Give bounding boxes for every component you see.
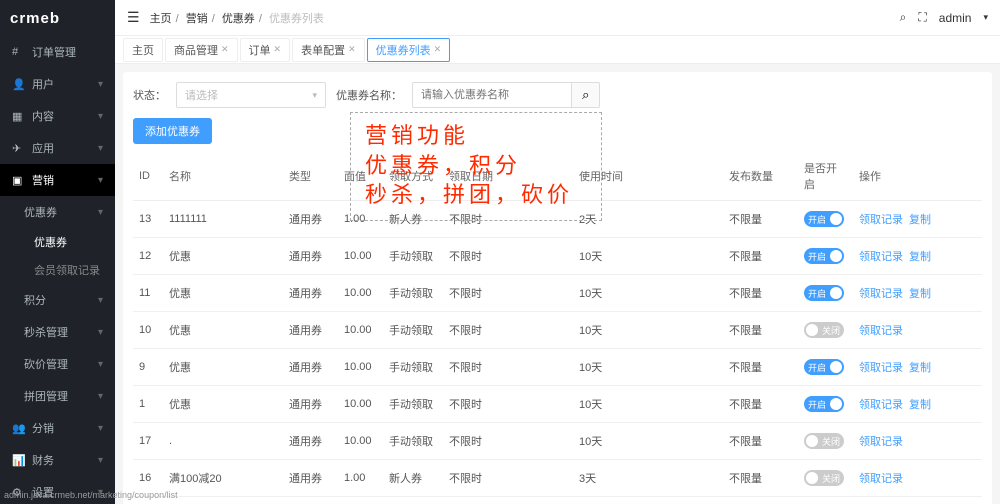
record-link[interactable]: 领取记录 [859,251,903,263]
col-header: 类型 [283,152,338,201]
close-icon[interactable]: ✕ [348,44,356,55]
sidebar-subitem[interactable]: 优惠券 [0,228,115,256]
bc-home[interactable]: 主页 [150,13,172,25]
sidebar-item[interactable]: 优惠券▾ [0,196,115,228]
col-header: 操作 [853,152,982,201]
table-row: 17.通用券10.00手动领取不限时10天不限量关闭领取记录 [133,423,982,460]
status-label: 状态： [133,87,166,103]
add-coupon-button[interactable]: 添加优惠券 [133,118,212,144]
col-header: 使用时间 [573,152,723,201]
enable-switch[interactable]: 开启 [804,396,844,412]
bc-1[interactable]: 营销 [186,13,208,25]
sidebar-item[interactable]: #订单管理 [0,36,115,68]
close-icon[interactable]: ✕ [221,44,229,55]
table-row: 16满100减20通用券1.00新人券不限时3天不限量关闭领取记录 [133,460,982,497]
chevron-down-icon: ▾ [312,90,317,101]
table-row: 12优惠通用券10.00手动领取不限时10天不限量开启领取记录复制 [133,238,982,275]
tabs-bar: 主页商品管理✕订单✕表单配置✕优惠券列表✕ [115,36,1000,64]
name-input[interactable] [412,82,572,108]
content: 状态： 请选择 ▾ 优惠券名称： ⌕ 添加优惠券 ID名称类型面值领取方式领取日… [115,64,1000,504]
copy-link[interactable]: 复制 [909,288,931,300]
copy-link[interactable]: 复制 [909,251,931,263]
table-row: 1优惠通用券10.00手动领取不限时10天不限量开启领取记录复制 [133,386,982,423]
sidebar-item[interactable]: 👥分销▾ [0,412,115,444]
copy-link[interactable]: 复制 [909,214,931,226]
tab[interactable]: 主页 [123,38,163,62]
main: ☰ 主页/ 营销/ 优惠券/ 优惠券列表 ⌕ ⛶ admin ▾ 主页商品管理✕… [115,0,1000,504]
record-link[interactable]: 领取记录 [859,473,903,485]
filter-row: 状态： 请选择 ▾ 优惠券名称： ⌕ [133,82,982,108]
tab[interactable]: 表单配置✕ [292,38,365,62]
search-icon[interactable]: ⌕ [900,10,907,25]
enable-switch[interactable]: 开启 [804,248,844,264]
close-icon[interactable]: ✕ [274,44,282,55]
topbar: ☰ 主页/ 营销/ 优惠券/ 优惠券列表 ⌕ ⛶ admin ▾ [115,0,1000,36]
breadcrumb: 主页/ 营销/ 优惠券/ 优惠券列表 [150,10,890,26]
col-header: 领取日期 [443,152,573,201]
enable-switch[interactable]: 开启 [804,359,844,375]
sidebar-item[interactable]: 👤用户▾ [0,68,115,100]
table-row: 131111111通用券1.00新人券不限时2天不限量开启领取记录复制 [133,201,982,238]
sidebar-item[interactable]: 秒杀管理▾ [0,316,115,348]
record-link[interactable]: 领取记录 [859,214,903,226]
tab[interactable]: 订单✕ [240,38,291,62]
user-name[interactable]: admin [939,11,972,25]
bc-2[interactable]: 优惠券 [222,13,255,25]
col-header: 发布数量 [723,152,798,201]
name-label: 优惠券名称： [336,87,402,103]
menu-toggle-icon[interactable]: ☰ [127,9,140,26]
sidebar-item[interactable]: 📊财务▾ [0,444,115,476]
record-link[interactable]: 领取记录 [859,362,903,374]
logo: crmeb [0,0,115,36]
nav-menu: #订单管理👤用户▾▦内容▾✈应用▾▣营销▾优惠券▾优惠券会员领取记录积分▾秒杀管… [0,36,115,504]
table-row: 9优惠通用券10.00手动领取不限时10天不限量开启领取记录复制 [133,349,982,386]
sidebar-item[interactable]: 拼团管理▾ [0,380,115,412]
enable-switch[interactable]: 开启 [804,285,844,301]
tab[interactable]: 商品管理✕ [165,38,238,62]
col-header: 名称 [163,152,283,201]
record-link[interactable]: 领取记录 [859,436,903,448]
enable-switch[interactable]: 关闭 [804,322,844,338]
tab[interactable]: 优惠券列表✕ [367,38,451,62]
search-icon: ⌕ [582,87,589,102]
chevron-down-icon[interactable]: ▾ [983,12,988,23]
record-link[interactable]: 领取记录 [859,288,903,300]
sidebar-item[interactable]: ▦内容▾ [0,100,115,132]
table-row: 1511品类券1.00手动领取不限时2天发布：4剩余：4开启领取记录复制 [133,497,982,504]
enable-switch[interactable]: 开启 [804,211,844,227]
enable-switch[interactable]: 关闭 [804,470,844,486]
sidebar-item[interactable]: ▣营销▾ [0,164,115,196]
sidebar-item[interactable]: 砍价管理▾ [0,348,115,380]
copy-link[interactable]: 复制 [909,399,931,411]
enable-switch[interactable]: 关闭 [804,433,844,449]
record-link[interactable]: 领取记录 [859,325,903,337]
record-link[interactable]: 领取记录 [859,399,903,411]
table-row: 11优惠通用券10.00手动领取不限时10天不限量开启领取记录复制 [133,275,982,312]
close-icon[interactable]: ✕ [434,44,442,55]
search-button[interactable]: ⌕ [572,82,600,108]
sidebar-item[interactable]: ✈应用▾ [0,132,115,164]
sidebar: crmeb #订单管理👤用户▾▦内容▾✈应用▾▣营销▾优惠券▾优惠券会员领取记录… [0,0,115,504]
col-header: 面值 [338,152,383,201]
sidebar-subitem[interactable]: 会员领取记录 [0,256,115,284]
status-select[interactable]: 请选择 ▾ [176,82,326,108]
coupon-table: ID名称类型面值领取方式领取日期使用时间发布数量是否开启操作 131111111… [133,152,982,504]
status-placeholder: 请选择 [185,87,218,103]
bc-current: 优惠券列表 [269,13,324,25]
sidebar-item[interactable]: 积分▾ [0,284,115,316]
fullscreen-icon[interactable]: ⛶ [918,10,926,25]
col-header: 是否开启 [798,152,853,201]
col-header: ID [133,152,163,201]
copy-link[interactable]: 复制 [909,362,931,374]
table-row: 10优惠通用券10.00手动领取不限时10天不限量关闭领取记录 [133,312,982,349]
panel: 状态： 请选择 ▾ 优惠券名称： ⌕ 添加优惠券 ID名称类型面值领取方式领取日… [123,72,992,504]
status-bar-url: admin.java.crmeb.net/marketing/coupon/li… [4,490,178,500]
col-header: 领取方式 [383,152,443,201]
